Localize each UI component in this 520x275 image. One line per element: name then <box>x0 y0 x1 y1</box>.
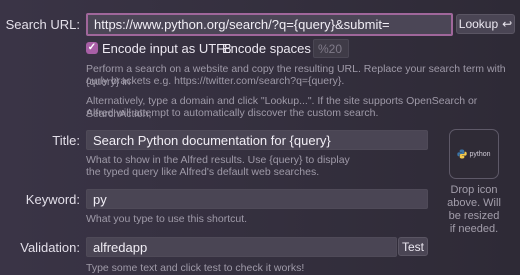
lookup-button-label: Lookup <box>458 17 499 31</box>
icon-drop-caption-line-1: Drop icon <box>450 184 498 196</box>
search-url-input[interactable]: https://www.python.org/search/?q={query}… <box>86 13 453 36</box>
title-help-line-2: the typed query like Alfred's default we… <box>86 166 320 178</box>
keyword-input[interactable]: py <box>86 189 428 209</box>
encode-utf8-checkbox[interactable]: ✓ <box>86 42 98 54</box>
keyword-value: py <box>93 191 107 207</box>
test-button[interactable]: Test <box>398 237 428 256</box>
search-url-help-line-2: curly brackets e.g. https://twitter.com/… <box>86 75 345 87</box>
lookup-help-line-2: Alfred will attempt to automatically dis… <box>86 107 379 119</box>
icon-drop-caption: Drop icon above. Will be resized if need… <box>440 184 508 236</box>
keyword-help: What you type to use this shortcut. <box>86 213 248 225</box>
python-snakes-icon <box>457 149 468 159</box>
validation-value: alfredapp <box>93 239 148 255</box>
icon-drop-well[interactable]: python <box>449 129 499 179</box>
validation-help: Type some text and click test to check i… <box>86 262 305 274</box>
icon-drop-caption-line-4: if needed. <box>449 223 499 235</box>
search-url-value: https://www.python.org/search/?q={query}… <box>94 17 390 32</box>
encode-utf8-label: Encode input as UTF8 <box>102 41 232 56</box>
python-logo-text: python <box>469 150 491 158</box>
title-help-line-1: What to show in the Alfred results. Use … <box>86 154 350 166</box>
checkmark-icon: ✓ <box>87 42 97 53</box>
python-logo-icon: python <box>457 149 491 159</box>
title-label: Title: <box>52 133 80 148</box>
title-input[interactable]: Search Python documentation for {query} <box>86 130 428 150</box>
validation-label: Validation: <box>20 240 80 255</box>
icon-drop-caption-line-3: be resized <box>448 210 500 222</box>
icon-drop-caption-line-2: above. Will <box>447 197 501 209</box>
return-arrow-icon: ↩ <box>502 17 513 31</box>
encode-spaces-input[interactable]: %20 <box>313 39 349 58</box>
validation-input[interactable]: alfredapp <box>86 237 397 257</box>
keyword-label: Keyword: <box>25 192 80 207</box>
test-button-label: Test <box>401 239 424 254</box>
title-value: Search Python documentation for {query} <box>93 132 331 148</box>
search-url-label: Search URL: <box>5 17 80 32</box>
encode-spaces-value: %20 <box>318 41 343 56</box>
lookup-button[interactable]: Lookup ↩ <box>456 14 515 34</box>
